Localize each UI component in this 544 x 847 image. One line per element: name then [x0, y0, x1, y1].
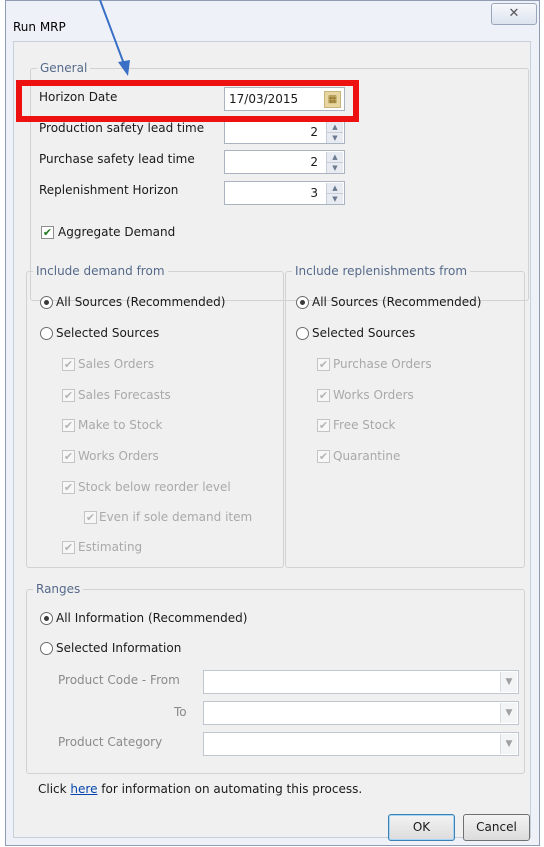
chevron-down-icon[interactable]: ▼ [500, 734, 517, 754]
chevron-down-icon[interactable]: ▼ [500, 703, 517, 723]
replenishment-item-checkbox[interactable]: ✔ [317, 389, 330, 402]
product-code-to-combo[interactable]: ▼ [203, 701, 519, 725]
annotation-arrow-icon [99, 0, 130, 76]
production-lead-stepper[interactable]: 2 ▲ ▼ [224, 120, 345, 144]
replenishment-horizon-label: Replenishment Horizon [39, 183, 179, 197]
aggregate-demand-checkbox[interactable]: ✔ [41, 226, 54, 239]
production-lead-value: 2 [310, 125, 318, 139]
info-suffix: for information on automating this proce… [97, 782, 363, 796]
replenishment-horizon-value: 3 [310, 186, 318, 200]
automation-info-text: Click here for information on automating… [38, 782, 362, 796]
info-prefix: Click [38, 782, 71, 796]
purchase-lead-stepper[interactable]: 2 ▲ ▼ [224, 150, 345, 174]
replenishment-all-label: All Sources (Recommended) [312, 295, 482, 309]
spinner-icon[interactable]: ▲ ▼ [326, 152, 343, 173]
demand-item-checkbox[interactable]: ✔ [62, 541, 75, 554]
demand-item-label: Sales Forecasts [78, 388, 171, 402]
here-link[interactable]: here [70, 782, 97, 796]
demand-item-checkbox[interactable]: ✔ [62, 450, 75, 463]
demand-item-checkbox[interactable]: ✔ [62, 389, 75, 402]
ranges-all-radio[interactable] [40, 612, 53, 625]
replenishment-selected-radio[interactable] [296, 327, 309, 340]
replenishment-selected-label: Selected Sources [312, 326, 416, 340]
purchase-lead-value: 2 [310, 155, 318, 169]
demand-subitem-checkbox[interactable]: ✔ [84, 511, 97, 524]
demand-subitem-label: Even if sole demand item [99, 510, 253, 524]
cancel-button[interactable]: Cancel [463, 814, 530, 841]
ok-button[interactable]: OK [388, 814, 455, 841]
demand-item-label: Make to Stock [78, 418, 163, 432]
demand-selected-radio[interactable] [40, 327, 53, 340]
replenishment-item-label: Purchase Orders [333, 357, 432, 371]
ranges-selected-radio[interactable] [40, 642, 53, 655]
replenishment-horizon-stepper[interactable]: 3 ▲ ▼ [224, 181, 345, 205]
replenishment-all-radio[interactable] [296, 296, 309, 309]
replenishment-item-checkbox[interactable]: ✔ [317, 419, 330, 432]
demand-item-label: Stock below reorder level [78, 480, 231, 494]
demand-item-label: Sales Orders [78, 357, 155, 371]
replenishment-item-checkbox[interactable]: ✔ [317, 450, 330, 463]
replenishment-item-label: Quarantine [333, 449, 401, 463]
demand-legend: Include demand from [33, 264, 168, 278]
replenishment-item-checkbox[interactable]: ✔ [317, 358, 330, 371]
replenishment-item-label: Works Orders [333, 388, 414, 402]
production-lead-label: Production safety lead time [39, 121, 205, 135]
demand-item-label: Works Orders [78, 449, 159, 463]
demand-item-checkbox[interactable]: ✔ [62, 358, 75, 371]
demand-all-radio[interactable] [40, 296, 53, 309]
product-category-combo[interactable]: ▼ [203, 732, 519, 756]
replenishment-legend: Include replenishments from [292, 264, 471, 278]
demand-item-label: Estimating [78, 540, 143, 554]
product-category-label: Product Category [58, 735, 163, 749]
spinner-icon[interactable]: ▲ ▼ [326, 122, 343, 143]
purchase-lead-label: Purchase safety lead time [39, 152, 195, 166]
demand-item-checkbox[interactable]: ✔ [62, 419, 75, 432]
replenishment-item-label: Free Stock [333, 418, 396, 432]
ranges-legend: Ranges [33, 582, 84, 596]
product-code-from-combo[interactable]: ▼ [203, 670, 519, 694]
chevron-down-icon[interactable]: ▼ [500, 672, 517, 692]
spinner-icon[interactable]: ▲ ▼ [326, 183, 343, 204]
product-code-to-label: To [174, 705, 187, 719]
ranges-selected-label: Selected Information [56, 641, 182, 655]
demand-all-label: All Sources (Recommended) [56, 295, 226, 309]
product-code-from-label: Product Code - From [58, 673, 180, 687]
ranges-all-label: All Information (Recommended) [56, 611, 248, 625]
demand-selected-label: Selected Sources [56, 326, 160, 340]
demand-item-checkbox[interactable]: ✔ [62, 481, 75, 494]
aggregate-demand-label: Aggregate Demand [58, 225, 176, 239]
